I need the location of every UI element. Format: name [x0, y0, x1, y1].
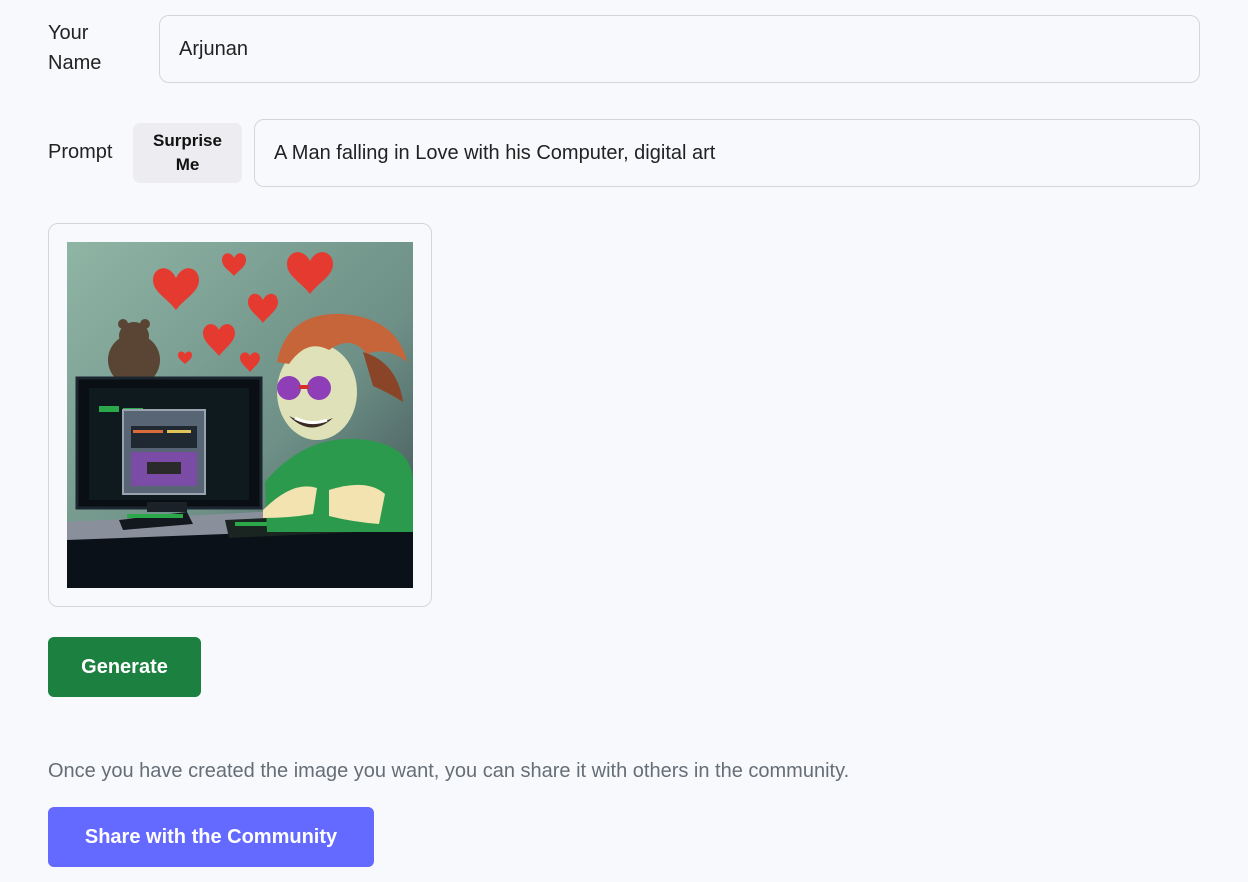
- surprise-me-button[interactable]: Surprise Me: [133, 123, 242, 183]
- generated-image: [67, 242, 413, 588]
- prompt-input[interactable]: [254, 119, 1200, 187]
- generate-button[interactable]: Generate: [48, 637, 201, 697]
- share-note: Once you have created the image you want…: [48, 760, 850, 782]
- image-preview-card: [48, 223, 432, 607]
- create-post-page: Your Name Prompt Surprise Me: [0, 0, 1248, 882]
- prompt-label: Prompt: [48, 141, 113, 163]
- share-with-community-button[interactable]: Share with the Community: [48, 807, 374, 867]
- name-input[interactable]: [159, 15, 1200, 83]
- name-label: Your Name: [48, 22, 102, 74]
